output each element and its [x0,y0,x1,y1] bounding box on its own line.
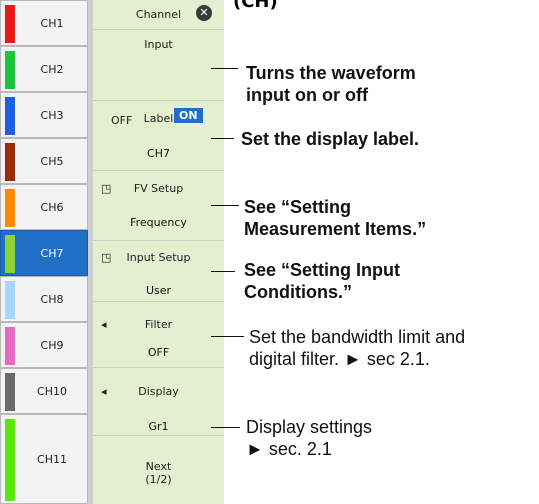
input-setup-title: Input Setup [126,251,191,264]
annotation-line: Set the display label. [241,129,420,149]
channel-label: CH5 [40,154,64,168]
fv-setup-title: FV Setup [133,182,184,195]
annotation-line: Display settings [246,417,373,437]
input-setup-key[interactable]: ◳ Input Setup User [93,241,224,302]
channel-menu: Channel ✕ Input OFF ON Label CH7 ◳ FV Se… [93,0,224,504]
fv-setup-value: Frequency [130,216,187,229]
input-setup-value: User [145,284,172,297]
channel-color-bar [5,235,15,273]
channel-tab-ch11[interactable]: CH11 [0,414,88,504]
filter-value: OFF [147,346,170,359]
annotation-filter: Set the bandwidth limit and digital filt… [249,326,465,370]
channel-label: CH9 [40,338,64,352]
channel-tabs: CH1 CH2 CH3 CH5 CH6 CH7 CH8 CH9 CH10 CH1… [0,0,88,504]
channel-tab-ch9[interactable]: CH9 [0,322,88,368]
input-key[interactable]: Input OFF ON [93,30,224,127]
display-value: Gr1 [148,420,169,433]
channel-label: CH2 [40,62,64,76]
annotation-display: Display settings ► sec. 2.1 [246,416,372,460]
leader-line [211,138,234,139]
leader-line [211,336,244,337]
channel-color-bar [5,419,15,501]
channel-label: CH6 [40,200,64,214]
channel-color-bar [5,281,15,319]
annotation-line: Set the bandwidth limit and [249,327,466,347]
leader-line [211,271,235,272]
channel-color-bar [5,189,15,227]
annotation-line: digital filter. ► sec 2.1. [249,349,430,369]
close-icon[interactable]: ✕ [196,5,212,21]
channel-tab-ch6[interactable]: CH6 [0,184,88,230]
annotation-line: Turns the waveform [246,63,416,83]
channel-label: CH3 [40,108,64,122]
annotation-line: ► sec. 2.1 [246,439,332,459]
annotation-line: input on or off [246,85,368,105]
channel-label: CH8 [40,292,64,306]
filter-title: Filter [144,318,173,331]
filter-key[interactable]: ◂ Filter OFF [93,302,224,368]
next-label: Next [145,460,172,473]
leader-line [211,427,240,428]
leader-line [211,68,238,69]
annotation-line: Conditions.” [244,282,352,302]
label-key[interactable]: Label CH7 [93,101,224,171]
channel-color-bar [5,143,15,181]
menu-header: Channel ✕ [93,0,224,30]
channel-tab-ch3[interactable]: CH3 [0,92,88,138]
channel-label: CH7 [40,246,64,260]
annotation-input-setup: See “Setting Input Conditions.” [244,259,400,303]
display-key[interactable]: ◂ Display Gr1 [93,368,224,436]
channel-tab-ch7[interactable]: CH7 [0,230,88,276]
channel-color-bar [5,5,15,43]
annotation-input: Turns the waveform input on or off [246,62,416,106]
label-value: CH7 [147,147,170,160]
label-title: Label [143,112,174,125]
channel-tab-ch1[interactable]: CH1 [0,0,88,46]
next-page: (1/2) [145,473,172,486]
channel-label: CH11 [37,452,67,466]
channel-tab-ch2[interactable]: CH2 [0,46,88,92]
annotation-label: Set the display label. [241,128,419,150]
annotation-fv-setup: See “Setting Measurement Items.” [244,196,426,240]
display-title: Display [138,385,179,398]
channel-label: CH1 [40,16,64,30]
fv-setup-key[interactable]: ◳ FV Setup Frequency [93,171,224,241]
channel-label: CH10 [37,384,67,398]
input-title: Input [144,38,173,51]
channel-color-bar [5,97,15,135]
annotation-line: See “Setting [244,197,352,217]
channel-tab-ch8[interactable]: CH8 [0,276,88,322]
channel-color-bar [5,51,15,89]
annotation-line: See “Setting Input [244,260,401,280]
channel-color-bar [5,327,15,365]
annotation-line: Measurement Items.” [244,219,427,239]
leader-line [211,205,239,206]
channel-tab-ch10[interactable]: CH10 [0,368,88,414]
channel-tab-ch5[interactable]: CH5 [0,138,88,184]
next-key[interactable]: Next (1/2) [93,436,224,504]
channel-color-bar [5,373,15,411]
header-fragment: (CH) [233,0,278,12]
